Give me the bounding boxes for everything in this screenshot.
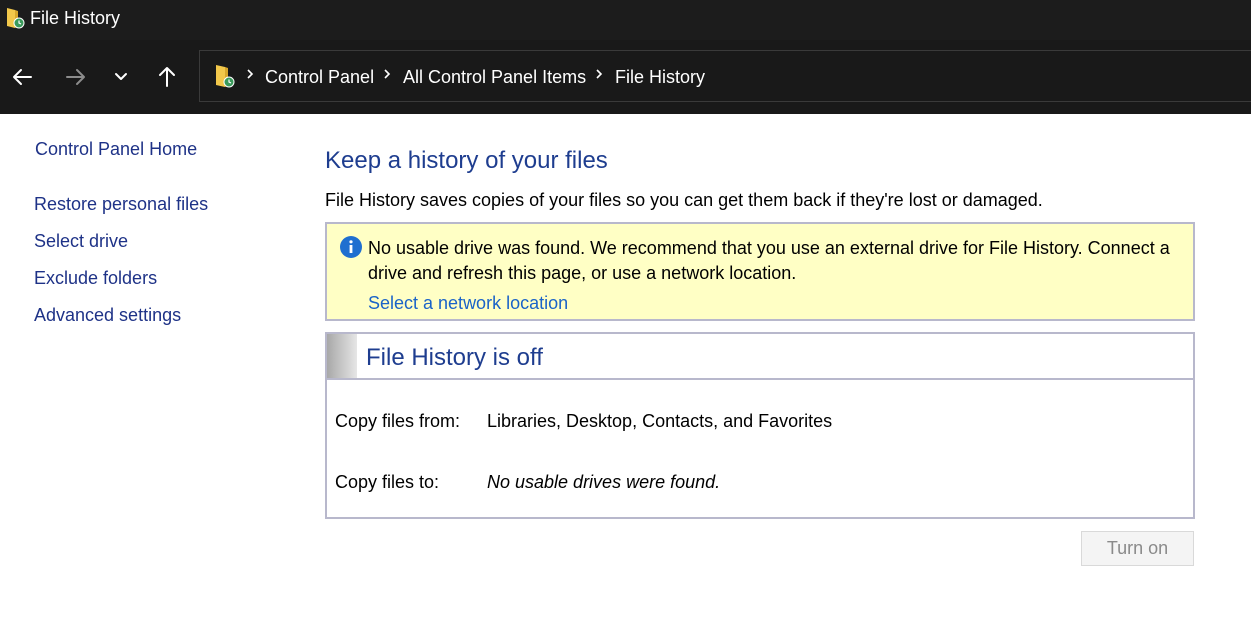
status-title: File History is off bbox=[366, 344, 543, 371]
file-history-icon bbox=[214, 64, 236, 88]
info-banner: No usable drive was found. We recommend … bbox=[325, 222, 1195, 321]
control-panel-home-link[interactable]: Control Panel Home bbox=[35, 138, 197, 160]
chevron-right-icon bbox=[244, 67, 256, 81]
file-history-icon bbox=[5, 7, 25, 29]
address-bar[interactable]: Control Panel All Control Panel Items Fi… bbox=[199, 50, 1251, 102]
arrow-left-icon bbox=[13, 69, 32, 85]
chevron-right-icon[interactable] bbox=[381, 67, 393, 81]
window-title: File History bbox=[30, 8, 121, 28]
page-title: Keep a history of your files bbox=[325, 147, 608, 174]
select-network-location-link[interactable]: Select a network location bbox=[368, 292, 568, 314]
breadcrumb-file-history[interactable]: File History bbox=[615, 66, 705, 88]
page-description: File History saves copies of your files … bbox=[325, 190, 1043, 210]
forward-button[interactable] bbox=[60, 62, 90, 92]
arrow-right-icon bbox=[66, 69, 85, 85]
arrow-up-icon bbox=[159, 67, 175, 87]
copy-to-label: Copy files to: bbox=[335, 472, 440, 492]
recent-locations-button[interactable] bbox=[106, 62, 136, 92]
copy-from-label: Copy files from: bbox=[335, 411, 461, 431]
copy-from-value: Libraries, Desktop, Contacts, and Favori… bbox=[487, 411, 833, 431]
sidebar-item-exclude-folders[interactable]: Exclude folders bbox=[34, 267, 157, 289]
up-button[interactable] bbox=[152, 62, 182, 92]
breadcrumb-control-panel[interactable]: Control Panel bbox=[265, 66, 374, 88]
status-panel: File History is off Copy files from: Lib… bbox=[325, 332, 1195, 519]
info-message: No usable drive was found. We recommend … bbox=[368, 238, 1170, 283]
chevron-right-icon[interactable] bbox=[593, 67, 605, 81]
status-header: File History is off bbox=[327, 334, 1193, 380]
navigation-bar: Control Panel All Control Panel Items Fi… bbox=[0, 40, 1251, 114]
info-icon bbox=[339, 235, 363, 259]
sidebar-item-restore-personal-files[interactable]: Restore personal files bbox=[34, 193, 208, 215]
copy-to-value: No usable drives were found. bbox=[487, 472, 721, 492]
breadcrumb-all-control-panel-items[interactable]: All Control Panel Items bbox=[403, 66, 586, 88]
chevron-down-icon bbox=[115, 73, 127, 80]
sidebar-item-select-drive[interactable]: Select drive bbox=[34, 230, 128, 252]
back-button[interactable] bbox=[8, 62, 38, 92]
turn-on-button[interactable]: Turn on bbox=[1081, 531, 1194, 566]
title-bar: File History bbox=[0, 0, 1251, 40]
sidebar-item-advanced-settings[interactable]: Advanced settings bbox=[34, 304, 181, 326]
status-indicator bbox=[327, 334, 357, 378]
